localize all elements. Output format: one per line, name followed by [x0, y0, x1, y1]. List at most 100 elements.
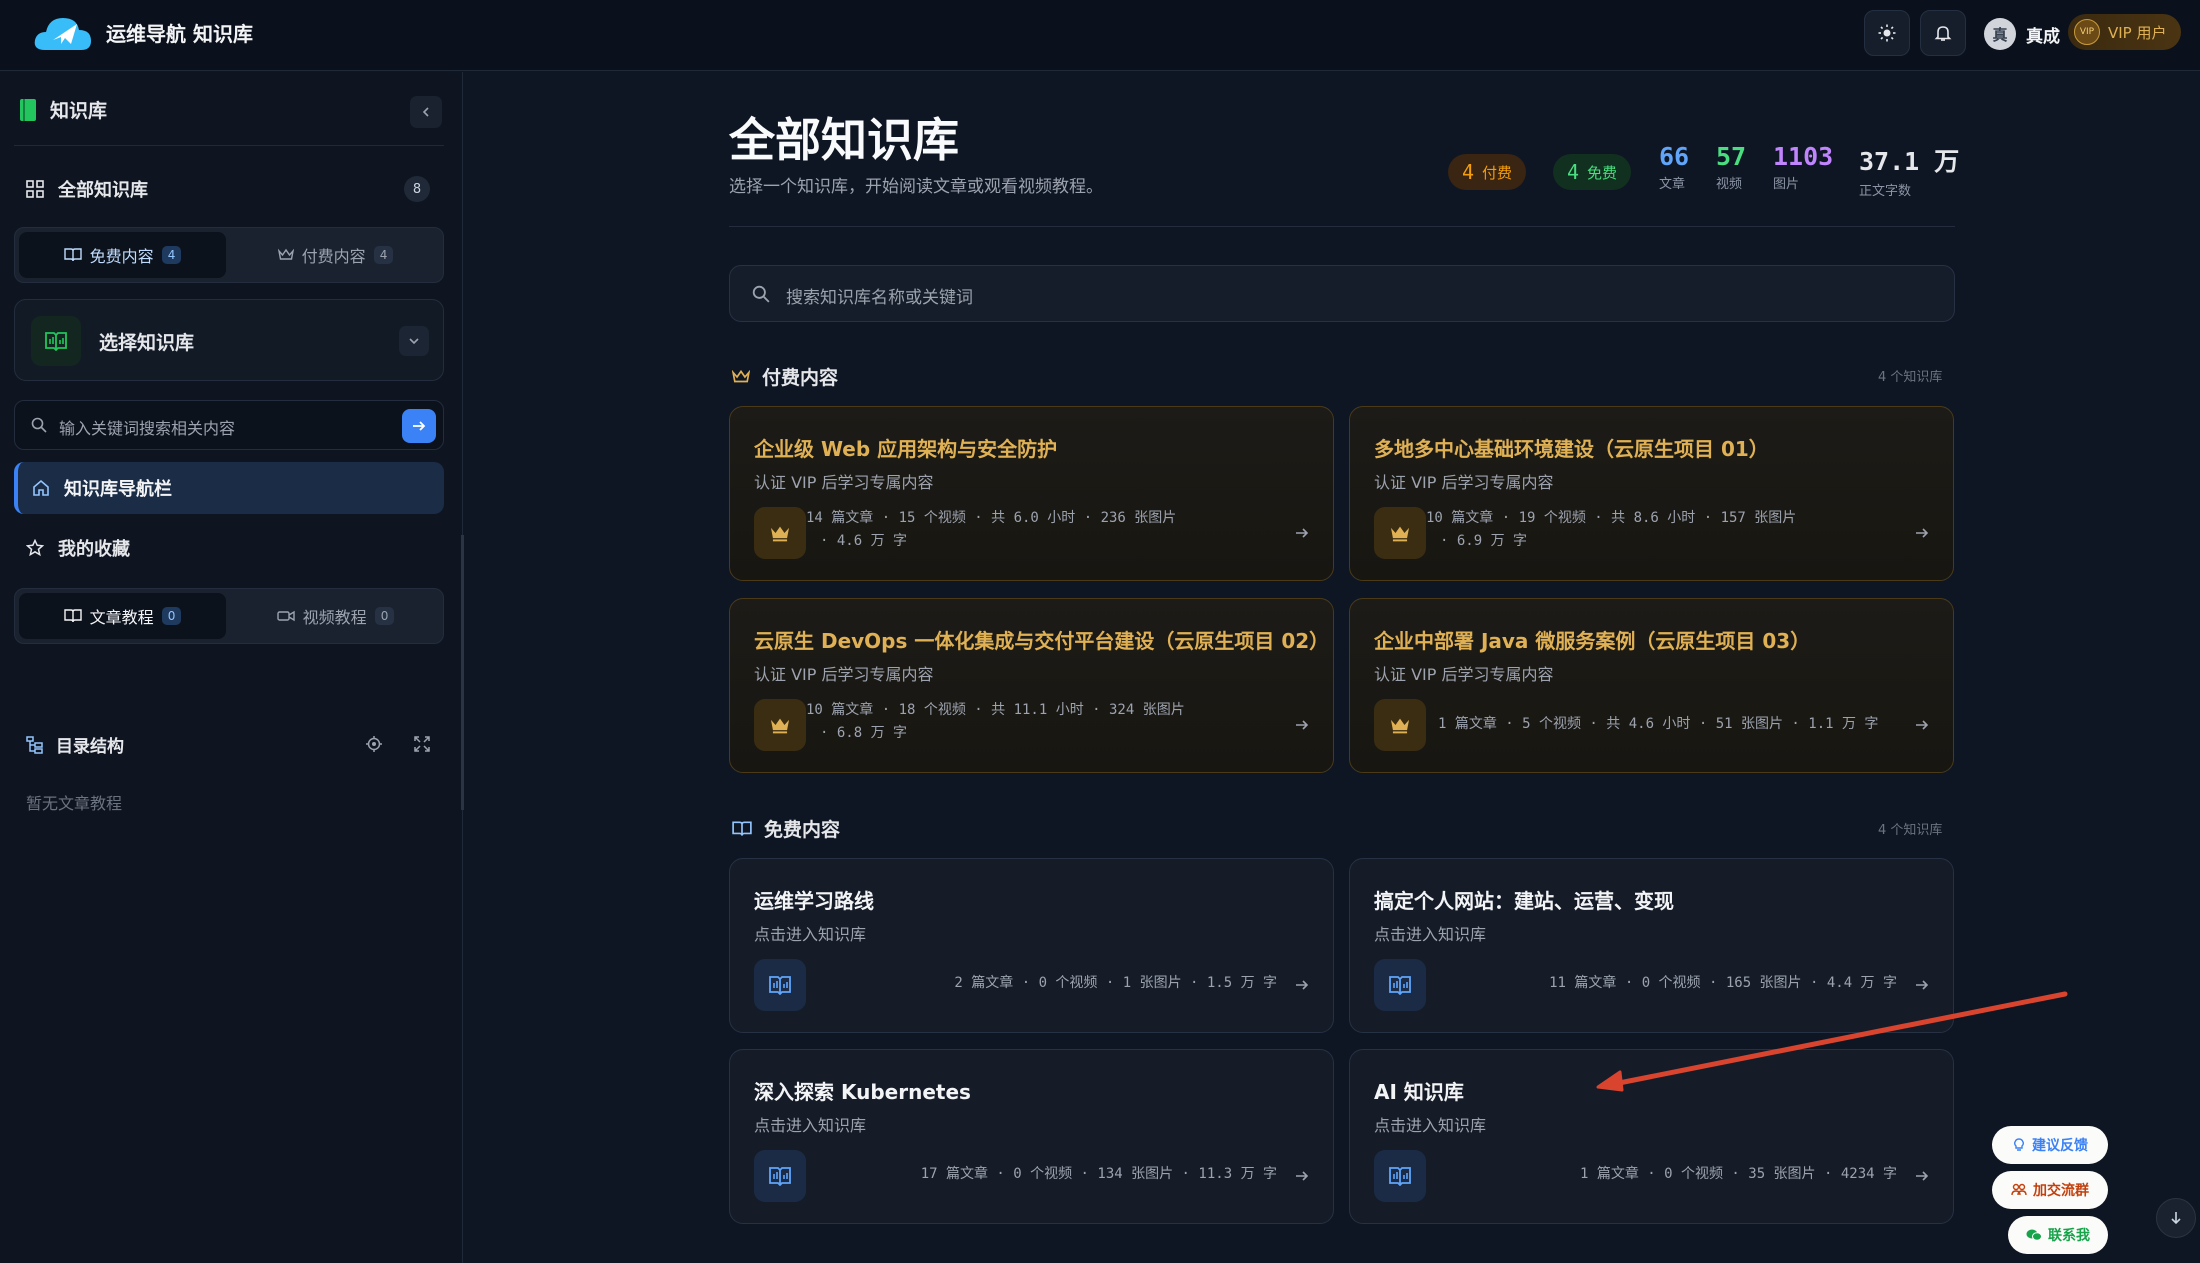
arrow-right-icon [1290, 713, 1314, 737]
arrow-right-icon [1290, 521, 1314, 545]
kb-card-meta: 17 篇文章 · 0 个视频 · 134 张图片 · 11.3 万 字 [920, 1166, 1277, 1182]
paid-count: 4 [1462, 160, 1475, 184]
sidebar-item-favorites[interactable]: 我的收藏 [26, 522, 130, 574]
paid-section-count: 4 个知识库 [1878, 370, 1943, 385]
tab-article-tutorials[interactable]: 文章教程 0 [19, 593, 226, 639]
tab-paid-content[interactable]: 付费内容 4 [232, 232, 439, 278]
arrow-right-icon [1910, 1164, 1934, 1188]
kb-card-meta: 1 篇文章 · 5 个视频 · 共 4.6 小时 · 51 张图片 · 1.1 … [1438, 716, 1879, 732]
free-section-title: 免费内容 [732, 815, 840, 842]
join-group-label: 加交流群 [2033, 1183, 2089, 1199]
notification-button[interactable] [1920, 10, 1966, 56]
paid-section-title: 付费内容 [732, 363, 838, 390]
grid-icon [26, 180, 44, 198]
kb-card-desc: 认证 VIP 后学习专属内容 [754, 473, 934, 492]
kb-card-meta: 10 篇文章 · 18 个视频 · 共 11.1 小时 · 324 张图片 · 6… [806, 702, 1185, 741]
divider [14, 145, 444, 146]
kb-card-free[interactable]: 运维学习路线 点击进入知识库 2 篇文章 · 0 个视频 · 1 张图片 · 1… [729, 858, 1334, 1033]
sidebar-header: 知识库 [20, 96, 107, 123]
scroll-down-button[interactable] [2156, 1198, 2196, 1238]
crown-icon [754, 507, 806, 559]
green-book-icon [20, 98, 36, 121]
tab-label: 免费内容 [89, 247, 154, 266]
feedback-button[interactable]: 建议反馈 [1992, 1126, 2108, 1164]
stat-images: 1103 图片 [1773, 142, 1833, 192]
crown-icon [754, 699, 806, 751]
toc-header: 目录结构 [26, 732, 124, 757]
search-icon [752, 285, 770, 303]
expand-icon[interactable] [408, 730, 436, 758]
kb-card-title: 企业中部署 Java 微服务案例（云原生项目 03） [1374, 629, 1811, 653]
sidebar-item-kb-nav[interactable]: 知识库导航栏 [14, 462, 444, 514]
feedback-label: 建议反馈 [2032, 1138, 2088, 1154]
locate-icon[interactable] [360, 730, 388, 758]
open-book-icon [63, 248, 82, 262]
sidebar-item-label: 知识库导航栏 [64, 479, 172, 500]
contact-me-button[interactable]: 联系我 [2008, 1216, 2108, 1254]
kb-card-meta: 1 篇文章 · 0 个视频 · 35 张图片 · 4234 字 [1579, 1166, 1897, 1182]
sidebar-item-label: 我的收藏 [58, 539, 130, 560]
content-type-switch: 免费内容 4 付费内容 4 [14, 227, 444, 283]
kb-card-desc: 点击进入知识库 [754, 1116, 867, 1135]
kb-card-free[interactable]: 深入探索 Kubernetes 点击进入知识库 17 篇文章 · 0 个视频 ·… [729, 1049, 1334, 1224]
tab-count: 0 [161, 607, 182, 625]
knowledge-base-selector[interactable]: 选择知识库 [14, 299, 444, 381]
kb-card-meta: 2 篇文章 · 0 个视频 · 1 张图片 · 1.5 万 字 [954, 975, 1277, 991]
paid-label: 付费 [1482, 163, 1513, 182]
page-subtitle: 选择一个知识库，开始阅读文章或观看视频教程。 [729, 177, 1103, 197]
theme-toggle-button[interactable] [1864, 10, 1910, 56]
join-group-button[interactable]: 加交流群 [1992, 1171, 2108, 1209]
kb-card-paid[interactable]: 云原生 DevOps 一体化集成与交付平台建设（云原生项目 02） 认证 VIP… [729, 598, 1334, 773]
kb-card-desc: 点击进入知识库 [1374, 925, 1487, 944]
tab-count: 4 [373, 246, 394, 264]
top-bar: 运维导航 知识库 真 真成 VIP VIP 用户 [0, 0, 2200, 71]
tab-label: 文章教程 [89, 608, 154, 627]
kb-card-paid[interactable]: 多地多中心基础环境建设（云原生项目 01） 认证 VIP 后学习专属内容 10 … [1349, 406, 1954, 581]
tree-structure-icon [26, 735, 43, 754]
kb-card-title: 运维学习路线 [754, 889, 874, 913]
kb-card-paid[interactable]: 企业级 Web 应用架构与安全防护 认证 VIP 后学习专属内容 14 篇文章 … [729, 406, 1334, 581]
chevron-left-icon [422, 107, 429, 117]
tab-video-tutorials[interactable]: 视频教程 0 [232, 593, 439, 639]
tab-free-content[interactable]: 免费内容 4 [19, 232, 226, 278]
stat-word-count: 37.1 万 正文字数 [1859, 142, 1959, 199]
kb-card-title: 云原生 DevOps 一体化集成与交付平台建设（云原生项目 02） [754, 629, 1330, 653]
sidebar-scrollbar[interactable] [461, 535, 464, 810]
free-count-badge: 4 免费 [1553, 154, 1632, 190]
select-kb-label: 选择知识库 [99, 332, 195, 354]
arrow-right-icon [1290, 1164, 1314, 1188]
kb-search-input[interactable]: 搜索知识库名称或关键词 [786, 283, 973, 308]
kb-card-desc: 点击进入知识库 [754, 925, 867, 944]
kb-card-title: AI 知识库 [1374, 1080, 1464, 1104]
kb-card-paid[interactable]: 企业中部署 Java 微服务案例（云原生项目 03） 认证 VIP 后学习专属内… [1349, 598, 1954, 773]
home-icon [33, 479, 49, 496]
cloud-logo-icon[interactable] [33, 10, 93, 54]
vip-badge[interactable]: VIP VIP 用户 [2068, 14, 2181, 50]
tab-label: 视频教程 [302, 608, 367, 627]
toc-label: 目录结构 [56, 737, 124, 757]
crown-icon [1374, 507, 1426, 559]
user-menu[interactable]: 真 真成 [1984, 18, 2060, 50]
crown-icon [732, 369, 750, 382]
vip-label: VIP 用户 [2108, 23, 2167, 42]
arrow-right-icon [1910, 521, 1934, 545]
kb-card-desc: 认证 VIP 后学习专属内容 [1374, 473, 1554, 492]
arrow-down-icon [2171, 1212, 2181, 1225]
all-kb-label: 全部知识库 [58, 180, 148, 201]
sidebar-title: 知识库 [50, 100, 108, 122]
empty-state-text: 暂无文章教程 [26, 794, 123, 813]
arrow-right-icon [1290, 973, 1314, 997]
sidebar-search: 输入关键词搜索相关内容 [14, 400, 444, 450]
kb-card-desc: 认证 VIP 后学习专属内容 [1374, 665, 1554, 684]
sidebar-search-input[interactable]: 输入关键词搜索相关内容 [59, 415, 235, 439]
chevron-down-icon[interactable] [399, 326, 429, 356]
book-open-icon [754, 959, 806, 1011]
star-icon [26, 539, 44, 557]
app-brand[interactable]: 运维导航 知识库 [106, 18, 253, 47]
sidebar-collapse-button[interactable] [410, 96, 442, 128]
wechat-icon [2026, 1229, 2042, 1241]
all-knowledge-bases-link[interactable]: 全部知识库 [26, 176, 148, 202]
sidebar-search-submit-button[interactable] [402, 409, 436, 443]
book-open-icon [1374, 1150, 1426, 1202]
video-camera-icon [276, 610, 295, 622]
